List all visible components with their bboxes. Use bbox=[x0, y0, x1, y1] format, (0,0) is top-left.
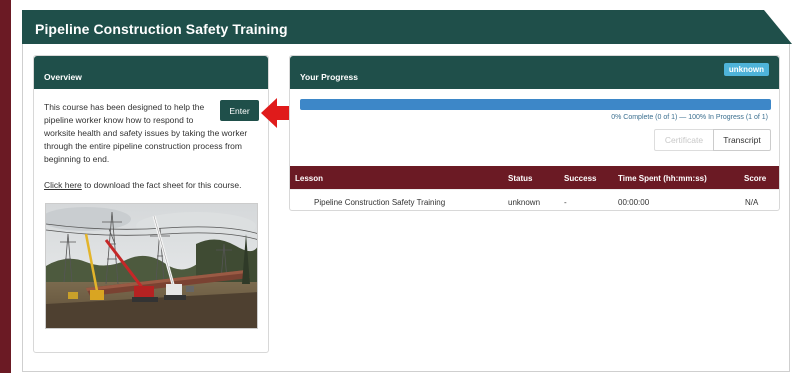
lesson-status: unknown bbox=[508, 198, 541, 207]
description-line: through the entire pipeline construction… bbox=[44, 141, 242, 151]
overview-panel-header: Overview bbox=[34, 56, 268, 89]
fact-sheet-suffix: to download the fact sheet for this cour… bbox=[81, 180, 242, 190]
enter-button[interactable]: Enter bbox=[220, 100, 259, 121]
pipeline-construction-photo bbox=[46, 204, 257, 328]
status-badge: unknown bbox=[723, 63, 769, 76]
fact-sheet-link[interactable]: Click here bbox=[44, 180, 82, 190]
header-time-spent: Time Spent (hh:mm:ss) bbox=[618, 174, 707, 183]
description-line: beginning to end. bbox=[44, 154, 110, 164]
header-success: Success bbox=[564, 174, 597, 183]
progress-summary: 0% Complete (0 of 1) — 100% In Progress … bbox=[611, 114, 768, 121]
progress-panel: Your Progress unknown 0% Complete (0 of … bbox=[289, 55, 780, 211]
description-line: worksite health and safety issues by tak… bbox=[44, 128, 248, 138]
lesson-score: N/A bbox=[745, 198, 759, 207]
course-description: This course has been designed to help th… bbox=[44, 101, 248, 166]
description-line: pipeline worker know how to respond to bbox=[44, 115, 194, 125]
progress-bar bbox=[300, 99, 771, 110]
lesson-success: - bbox=[564, 198, 567, 207]
left-border bbox=[0, 0, 11, 373]
table-row: Pipeline Construction Safety Training un… bbox=[290, 189, 779, 212]
fact-sheet-text: Click here to download the fact sheet fo… bbox=[44, 180, 242, 190]
course-photo bbox=[45, 203, 258, 329]
overview-panel: Overview This course has been designed t… bbox=[33, 55, 269, 353]
header-lesson: Lesson bbox=[295, 174, 324, 183]
progress-bar-fill bbox=[300, 99, 771, 110]
certificate-button[interactable]: Certificate bbox=[654, 129, 714, 151]
progress-panel-header: Your Progress unknown bbox=[290, 56, 779, 89]
description-line: This course has been designed to help th… bbox=[44, 102, 205, 112]
progress-title: Your Progress bbox=[300, 72, 358, 82]
transcript-button[interactable]: Transcript bbox=[713, 129, 771, 151]
banner-corner bbox=[764, 10, 792, 44]
header-score: Score bbox=[744, 174, 767, 183]
lesson-name[interactable]: Pipeline Construction Safety Training bbox=[314, 198, 445, 207]
page-title: Pipeline Construction Safety Training bbox=[35, 21, 288, 37]
overview-title: Overview bbox=[44, 72, 82, 82]
lesson-time-spent: 00:00:00 bbox=[618, 198, 650, 207]
lesson-table-header: Lesson Status Success Time Spent (hh:mm:… bbox=[290, 166, 779, 189]
course-banner: Pipeline Construction Safety Training bbox=[22, 10, 792, 44]
header-status: Status bbox=[508, 174, 533, 183]
